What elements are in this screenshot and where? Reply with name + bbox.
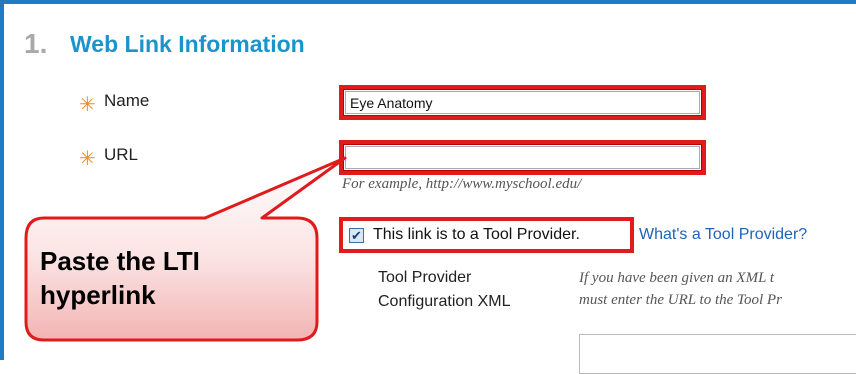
- tool-provider-highlight: ✔ This link is to a Tool Provider.: [339, 217, 634, 253]
- tool-provider-checkbox-label[interactable]: This link is to a Tool Provider.: [373, 226, 580, 244]
- callout-text: Paste the LTI hyperlink: [40, 244, 200, 312]
- config-xml-label-line-1: Tool Provider: [378, 269, 472, 286]
- callout-line-2: hyperlink: [40, 280, 156, 310]
- config-xml-help-text: If you have been given an XML t must ent…: [579, 267, 856, 315]
- config-xml-textarea[interactable]: [579, 334, 856, 374]
- config-xml-label: Tool Provider Configuration XML: [378, 266, 511, 314]
- whats-a-tool-provider-link[interactable]: What's a Tool Provider?: [639, 226, 807, 244]
- checkmark-icon: ✔: [351, 228, 362, 243]
- tool-provider-checkbox[interactable]: ✔: [349, 228, 364, 243]
- config-xml-help-line-1: If you have been given an XML t: [579, 270, 775, 286]
- config-xml-label-line-2: Configuration XML: [378, 293, 511, 310]
- callout-line-1: Paste the LTI: [40, 246, 200, 276]
- config-xml-help-line-2: must enter the URL to the Tool Pr: [579, 292, 782, 308]
